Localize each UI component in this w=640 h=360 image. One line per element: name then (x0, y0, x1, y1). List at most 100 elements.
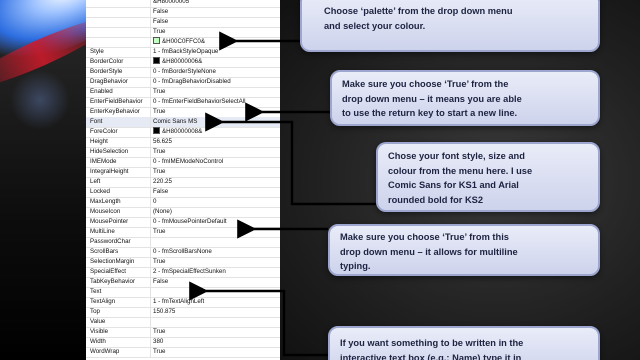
property-value-text: 220.25 (153, 178, 172, 185)
property-value[interactable]: &H00C0FFC0& (150, 37, 280, 47)
property-name: Locked (90, 188, 110, 195)
property-value-text: &H80000005 (153, 0, 190, 5)
property-value[interactable]: True (150, 107, 280, 117)
property-name: EnterFieldBehavior (90, 98, 143, 105)
property-value[interactable]: &H80000008& (150, 127, 280, 137)
property-name: SpecialEffect (90, 268, 127, 275)
properties-window: &H80000005 False False True &H00C0FFC0& Style… (86, 0, 281, 360)
screenshot-stage: &H80000005 False False True &H00C0FFC0& Style… (0, 0, 640, 360)
property-name: TabKeyBehavior (90, 278, 136, 285)
property-value[interactable]: Comic Sans MS (150, 117, 280, 127)
property-name: Font (90, 118, 103, 125)
callout-text-line: Make sure you choose ‘True’ from this (340, 232, 509, 242)
property-row[interactable]: WordWrap True (86, 347, 280, 358)
property-value[interactable]: &H80000006& (150, 57, 280, 67)
property-value[interactable]: (None) (150, 207, 280, 217)
callout-text-line: drop down menu – it means you are able (342, 93, 522, 104)
property-value-text: 1 - fmBackStyleOpaque (153, 48, 219, 55)
property-value[interactable]: 56.625 (150, 137, 280, 147)
property-value[interactable]: 0 - fmMousePointerDefault (150, 217, 280, 227)
callout-palette: Choose ‘palette’ from the drop down menu… (300, 0, 600, 52)
property-value[interactable]: True (150, 147, 280, 157)
callout-text-line: typing. (340, 261, 371, 271)
property-value[interactable] (150, 287, 280, 297)
glow-graphic (10, 70, 70, 130)
property-name (90, 27, 146, 37)
property-value-text: False (153, 18, 169, 25)
property-value-text: (None) (153, 208, 172, 215)
property-value[interactable]: True (150, 257, 280, 267)
property-value-text: 0 - fmMousePointerDefault (153, 218, 227, 225)
callout-multiline: Make sure you choose ‘True’ from this dr… (328, 224, 600, 276)
property-value[interactable]: False (150, 7, 280, 17)
property-name: MousePointer (90, 218, 129, 225)
property-value[interactable]: False (150, 187, 280, 197)
property-name: ForeColor (90, 128, 118, 135)
property-value[interactable]: 0 - fmIMEModeNoControl (150, 157, 280, 167)
property-name: Left (90, 178, 101, 185)
callout-text-line: colour from the menu here. I use (388, 165, 533, 176)
property-name: IMEMode (90, 158, 117, 165)
property-value-text: True (153, 348, 166, 355)
property-name: PasswordChar (90, 238, 131, 245)
property-value[interactable]: 1 - fmBackStyleOpaque (150, 47, 280, 57)
property-value[interactable]: 0 - fmScrollBarsNone (150, 247, 280, 257)
property-value[interactable]: True (150, 87, 280, 97)
property-value[interactable]: 0 - fmBorderStyleNone (150, 67, 280, 77)
property-value[interactable] (150, 317, 280, 327)
property-name: BorderColor (90, 58, 124, 65)
property-value-text: True (153, 328, 166, 335)
property-value[interactable]: True (150, 227, 280, 237)
property-name: SelectionMargin (90, 258, 135, 265)
property-value-text: True (153, 88, 166, 95)
property-value-text: 0 - fmEnterFieldBehaviorSelectAll (153, 98, 246, 105)
callout-text-line: Comic Sans for KS1 and Arial (388, 180, 519, 190)
property-value-text: True (153, 228, 166, 235)
property-value-text: 56.625 (153, 138, 172, 145)
color-swatch-icon (153, 127, 160, 134)
callout-text-line: to use the return key to start a new lin… (342, 108, 518, 118)
property-value-text: True (153, 148, 166, 155)
callout-enter-key: Make sure you choose ‘True’ from the dro… (330, 70, 600, 126)
property-value-text: 1 - fmTextAlignLeft (153, 298, 205, 305)
property-name: BorderStyle (90, 68, 123, 75)
property-name: IntegralHeight (90, 168, 129, 175)
property-name: Visible (90, 328, 109, 335)
property-value-text: &H80000008& (162, 128, 203, 135)
property-name: Value (90, 318, 106, 325)
callout-text-line: interactive text box (e.g.: Name) type i… (340, 352, 522, 360)
property-value[interactable] (150, 237, 280, 247)
property-value[interactable]: 0 - fmEnterFieldBehaviorSelectAll (150, 97, 280, 107)
property-name (90, 17, 146, 27)
property-value-text: 0 - fmIMEModeNoControl (153, 158, 224, 165)
property-name (90, 7, 146, 17)
callout-text-line: rounded bold for KS2 (388, 194, 484, 205)
property-value[interactable]: 2 - fmSpecialEffectSunken (150, 267, 280, 277)
property-value[interactable]: True (150, 27, 280, 37)
property-value-text: Comic Sans MS (153, 118, 198, 125)
property-value[interactable]: 220.25 (150, 177, 280, 187)
property-name: Width (90, 338, 106, 345)
property-value-text: True (153, 168, 166, 175)
property-value[interactable]: 380 (150, 337, 280, 347)
property-value-text: False (153, 8, 169, 15)
property-value[interactable]: False (150, 277, 280, 287)
property-value[interactable]: 150.875 (150, 307, 280, 317)
property-value[interactable]: True (150, 167, 280, 177)
property-value[interactable]: 0 - fmDragBehaviorDisabled (150, 77, 280, 87)
callout-font: Chose your font style, size and colour f… (376, 142, 600, 212)
property-name (90, 37, 146, 47)
property-name: ScrollBars (90, 248, 119, 255)
callout-text: If you want something to be written in t… (328, 326, 600, 360)
property-value-text: 2 - fmSpecialEffectSunken (153, 268, 226, 275)
property-value-text: 150.875 (153, 308, 176, 315)
property-name: HideSelection (90, 148, 129, 155)
property-name (90, 0, 146, 7)
property-value[interactable]: &H80000005 (150, 0, 280, 7)
property-value[interactable]: True (150, 347, 280, 357)
property-value[interactable]: 0 (150, 197, 280, 207)
callout-text-line: and select your colour. (324, 20, 426, 31)
property-value[interactable]: True (150, 327, 280, 337)
property-value[interactable]: 1 - fmTextAlignLeft (150, 297, 280, 307)
property-value[interactable]: False (150, 17, 280, 27)
